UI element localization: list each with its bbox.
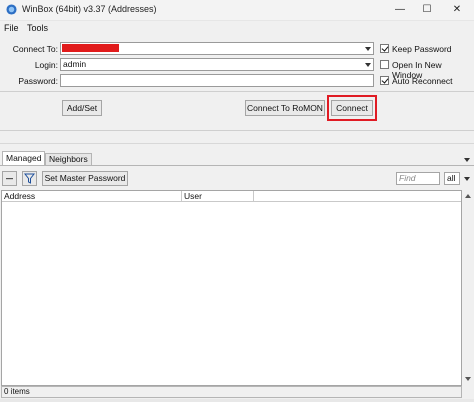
winbox-logo-icon xyxy=(6,4,17,15)
dropdown-arrow-icon[interactable] xyxy=(365,47,371,51)
auto-reconnect-checkbox[interactable] xyxy=(380,76,389,85)
keep-password-label: Keep Password xyxy=(392,44,452,54)
minus-button[interactable] xyxy=(2,171,17,186)
tab-menu-arrow-icon[interactable] xyxy=(464,158,470,162)
login-label: Login: xyxy=(34,60,58,70)
column-header-address[interactable]: Address xyxy=(2,191,182,202)
tab-managed[interactable]: Managed xyxy=(2,151,46,165)
dropdown-arrow-icon[interactable] xyxy=(365,63,371,67)
open-new-window-checkbox[interactable] xyxy=(380,60,389,69)
filter-icon xyxy=(23,173,36,184)
auto-reconnect-label: Auto Reconnect xyxy=(392,76,453,86)
window-title: WinBox (64bit) v3.37 (Addresses) xyxy=(22,4,157,14)
filter-select[interactable]: all xyxy=(444,172,460,185)
maximize-button[interactable]: ☐ xyxy=(412,0,442,20)
redacted-address xyxy=(62,44,119,52)
menu-file[interactable]: File xyxy=(4,23,19,33)
items-count: 0 items xyxy=(4,387,30,396)
minus-icon xyxy=(6,178,13,180)
scroll-up-icon[interactable] xyxy=(464,191,472,201)
connect-highlight-box xyxy=(327,95,377,121)
connect-to-label: Connect To: xyxy=(12,44,58,54)
add-set-button[interactable]: Add/Set xyxy=(62,100,102,116)
connect-romon-button[interactable]: Connect To RoMON xyxy=(245,100,325,116)
section-separator xyxy=(0,130,474,131)
column-header-empty xyxy=(254,191,461,202)
password-label: Password: xyxy=(18,76,58,86)
form-separator xyxy=(0,91,474,92)
tab-baseline xyxy=(0,165,474,166)
addresses-table[interactable]: Address User xyxy=(1,190,462,386)
find-input[interactable]: Find xyxy=(396,172,440,185)
menu-bar: File Tools xyxy=(0,21,474,37)
minimize-button[interactable]: — xyxy=(385,0,415,20)
login-input[interactable]: admin xyxy=(60,58,374,71)
dropdown-arrow-icon[interactable] xyxy=(464,177,470,181)
status-bar: 0 items xyxy=(1,386,462,398)
tab-neighbors[interactable]: Neighbors xyxy=(45,153,92,165)
menu-tools[interactable]: Tools xyxy=(27,23,48,33)
set-master-password-button[interactable]: Set Master Password xyxy=(42,171,128,186)
filter-button[interactable] xyxy=(22,171,37,186)
password-input[interactable] xyxy=(60,74,374,87)
close-button[interactable]: ✕ xyxy=(442,0,472,20)
scroll-down-icon[interactable] xyxy=(464,374,472,384)
column-header-user[interactable]: User xyxy=(182,191,254,202)
section-separator-2 xyxy=(0,143,474,144)
title-bar: WinBox (64bit) v3.37 (Addresses) — ☐ ✕ xyxy=(0,0,474,21)
keep-password-checkbox[interactable] xyxy=(380,44,389,53)
